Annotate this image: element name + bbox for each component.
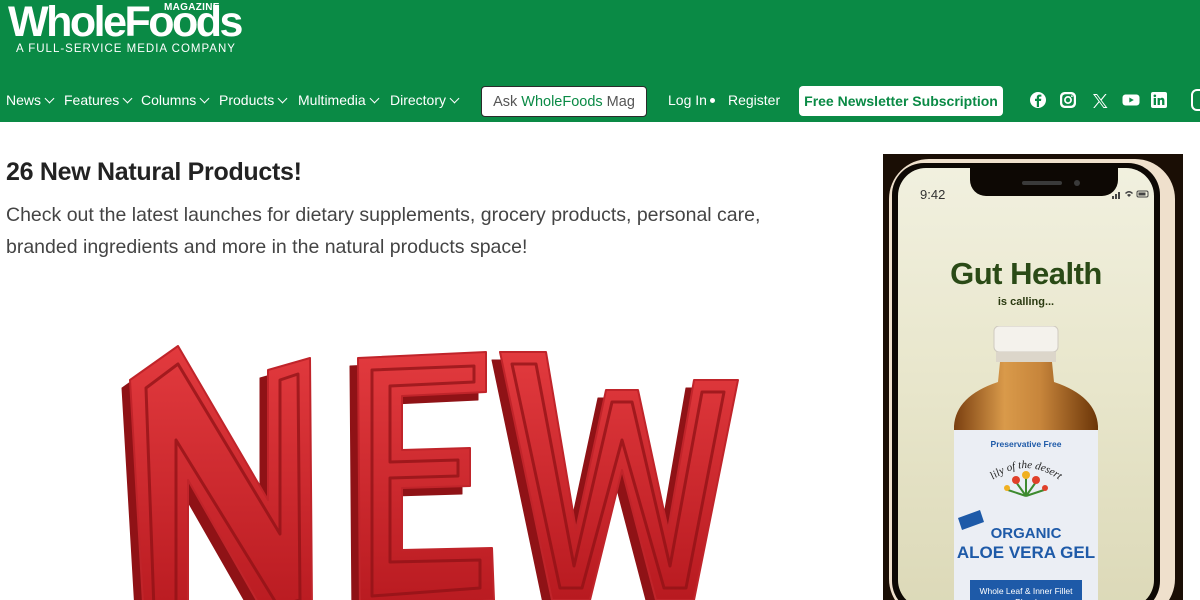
separator-dot (710, 98, 715, 103)
newsletter-subscription-button[interactable]: Free Newsletter Subscription (799, 86, 1003, 116)
phone-notch (970, 168, 1118, 196)
facebook-icon[interactable] (1029, 91, 1047, 109)
ask-label-part2: WholeFoods (521, 93, 603, 110)
logo-tagline: A FULL-SERVICE MEDIA COMPANY (16, 43, 236, 55)
product-name: ALOE VERA GEL (956, 543, 1096, 562)
svg-text:lily of the desert: lily of the desert (988, 459, 1065, 483)
chevron-down-icon (277, 93, 288, 103)
ask-label-part1: Ask (493, 93, 518, 110)
preservative-free-label: Preservative Free (990, 439, 1062, 449)
organic-label: ORGANIC (990, 525, 1062, 542)
nav-item-label: Columns (141, 92, 197, 108)
nav-item-products[interactable]: Products (219, 92, 288, 108)
instagram-icon[interactable] (1059, 91, 1077, 109)
nav-item-news[interactable]: News (6, 92, 55, 108)
speaker-grille (1022, 181, 1062, 185)
new-hero-image[interactable] (90, 330, 750, 600)
status-bar-icons (1112, 190, 1149, 199)
nav-item-label: Directory (390, 92, 447, 108)
chevron-down-icon (199, 93, 210, 103)
chevron-down-icon (449, 93, 460, 103)
chevron-down-icon (369, 93, 380, 103)
article-description: Check out the latest launches for dietar… (6, 204, 761, 258)
nav-item-multimedia[interactable]: Multimedia (298, 92, 380, 108)
extra-social-icon[interactable] (1191, 89, 1200, 111)
new-3d-letters-graphic (121, 345, 739, 600)
lily-of-the-desert-logo: lily of the desert (988, 459, 1065, 483)
ad-headline: Gut Health (950, 256, 1102, 291)
status-time: 9:42 (920, 187, 946, 202)
site-logo[interactable]: WholeFoods MAGAZINE A FULL-SERVICE MEDIA… (8, 0, 248, 60)
ask-label-part3: Mag (606, 93, 635, 110)
site-header: WholeFoods MAGAZINE A FULL-SERVICE MEDIA… (0, 0, 1200, 122)
camera-icon (1074, 180, 1080, 186)
nav-item-label: Multimedia (298, 92, 366, 108)
article-title: 26 New Natural Products! (6, 158, 302, 186)
register-link[interactable]: Register (728, 92, 780, 108)
ad-subheadline: is calling... (997, 296, 1055, 308)
youtube-icon[interactable] (1122, 91, 1140, 109)
nav-item-label: Features (64, 92, 120, 108)
logo-magazine-label: MAGAZINE (164, 2, 220, 13)
nav-item-features[interactable]: Features (64, 92, 133, 108)
x-icon[interactable] (1091, 92, 1109, 110)
nav-item-directory[interactable]: Directory (390, 92, 460, 108)
ask-wholefoods-mag-button[interactable]: Ask WholeFoods Mag (481, 86, 647, 117)
chevron-down-icon (44, 93, 55, 103)
blend-label: Whole Leaf & Inner Fillet Blend (970, 580, 1082, 600)
login-link[interactable]: Log In (668, 92, 707, 108)
nav-item-label: News (6, 92, 42, 108)
phone-screen: 9:42 Gut Health is calling... Preservati… (898, 168, 1154, 600)
aloe-vera-gel-advertisement[interactable]: 9:42 Gut Health is calling... Preservati… (883, 154, 1183, 600)
linkedin-icon[interactable] (1150, 91, 1168, 109)
chevron-down-icon (122, 93, 133, 103)
nav-item-label: Products (219, 92, 275, 108)
nav-item-columns[interactable]: Columns (141, 92, 210, 108)
